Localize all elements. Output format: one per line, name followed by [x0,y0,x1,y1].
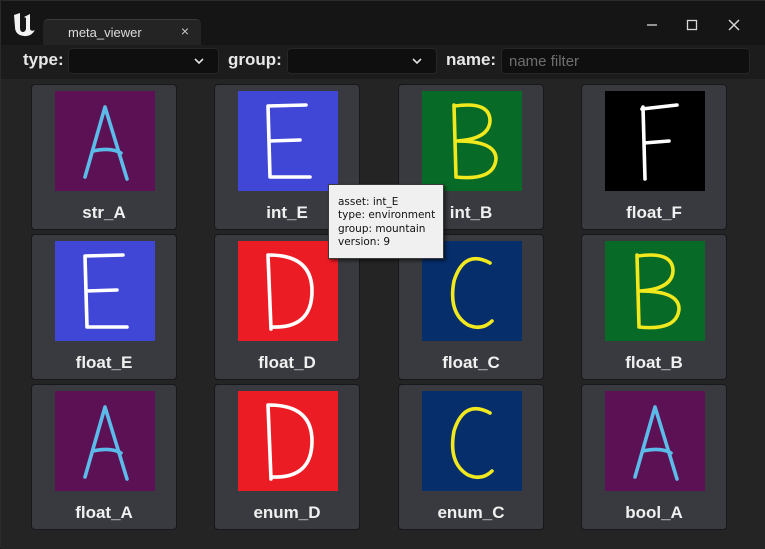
filter-toolbar: type: group: name: [1,45,765,79]
tab-close-icon[interactable]: × [181,23,189,39]
asset-tooltip: asset: int_E type: environment group: mo… [328,184,444,259]
tooltip-version: version: 9 [338,236,391,249]
asset-label: float_D [258,353,316,372]
asset-thumbnail [605,391,705,491]
letter-d-icon [238,241,338,341]
asset-label: enum_C [437,503,505,522]
asset-thumbnail [238,241,338,341]
close-window-button[interactable] [719,11,749,39]
title-bar: meta_viewer × [1,1,765,45]
letter-b-icon [605,241,705,341]
asset-tile[interactable]: bool_A [581,384,727,530]
asset-label: float_C [442,353,500,372]
asset-tile[interactable]: enum_D [214,384,360,530]
asset-grid: str_A int_E int_B float_F float_E float_D floa… [1,79,765,549]
asset-label: float_B [625,353,683,372]
letter-a-icon [605,391,705,491]
close-icon [728,19,740,31]
name-filter-input[interactable] [501,48,750,74]
minimize-icon [647,24,657,26]
asset-label: str_A [82,203,126,222]
asset-label: float_F [626,203,682,222]
asset-tile[interactable]: enum_C [398,384,544,530]
asset-label: float_E [75,353,133,372]
asset-thumbnail [605,241,705,341]
asset-tile[interactable]: float_B [581,234,727,380]
asset-thumbnail [238,391,338,491]
unreal-engine-logo-icon [14,13,35,37]
asset-tile[interactable]: float_F [581,84,727,230]
maximize-icon [686,19,698,31]
asset-label: enum_D [253,503,321,522]
letter-f-icon [605,91,705,191]
asset-thumbnail [55,391,155,491]
letter-e-icon [238,91,338,191]
asset-tile[interactable]: str_A [31,84,177,230]
group-dropdown[interactable] [287,48,437,74]
type-label: type: [23,50,64,69]
maximize-button[interactable] [677,11,707,39]
chevron-down-icon [194,58,204,65]
asset-thumbnail [55,241,155,341]
tooltip-asset: asset: int_E [338,196,399,208]
asset-thumbnail [422,91,522,191]
meta-viewer-window: meta_viewer × type: group: name: name fi… [0,0,765,549]
letter-c-icon [422,391,522,491]
asset-label: bool_A [625,503,683,522]
letter-e-icon [55,241,155,341]
letter-a-icon [55,391,155,491]
asset-thumbnail [605,91,705,191]
asset-thumbnail [55,91,155,191]
letter-b-icon [422,91,522,191]
asset-tile[interactable]: float_E [31,234,177,380]
letter-d-icon [238,391,338,491]
tab-label: meta_viewer [68,25,142,40]
minimize-button[interactable] [637,11,667,39]
name-label: name: [446,50,497,69]
asset-thumbnail [422,391,522,491]
letter-a-icon [55,91,155,191]
group-label: group: [228,50,282,69]
asset-label: float_A [75,503,133,522]
tab-meta-viewer[interactable]: meta_viewer × [43,19,201,45]
chevron-down-icon [412,58,422,65]
type-dropdown[interactable] [68,48,219,74]
asset-tile[interactable]: float_A [31,384,177,530]
tooltip-type: type: environment [338,209,436,222]
tooltip-group: group: mountain [338,222,426,235]
asset-thumbnail [238,91,338,191]
